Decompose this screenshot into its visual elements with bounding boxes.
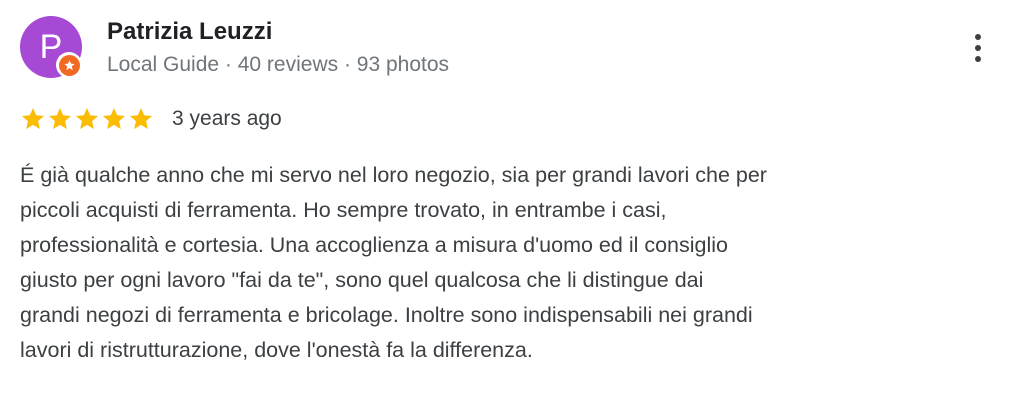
- local-guide-badge: [56, 52, 82, 78]
- star-icon: [21, 107, 45, 129]
- star-icon: [129, 107, 153, 129]
- more-options-button[interactable]: [962, 28, 994, 68]
- star-rating: [20, 106, 154, 132]
- more-vert-icon: [975, 34, 981, 40]
- reviewer-name[interactable]: Patrizia Leuzzi: [107, 17, 272, 47]
- review-time: 3 years ago: [172, 107, 282, 130]
- star-icon: [75, 107, 99, 129]
- star-icon: [48, 107, 72, 129]
- reviewer-meta: Local Guide · 40 reviews · 93 photos: [107, 53, 450, 76]
- star-icon: [102, 107, 126, 129]
- local-guide-star-icon: [58, 54, 80, 76]
- review-text: É già qualche anno che mi servo nel loro…: [20, 163, 767, 362]
- review-card: P Patrizia Leuzzi Local Guide · 40 revie…: [0, 0, 1012, 408]
- rating-row: 3 years ago: [20, 104, 282, 134]
